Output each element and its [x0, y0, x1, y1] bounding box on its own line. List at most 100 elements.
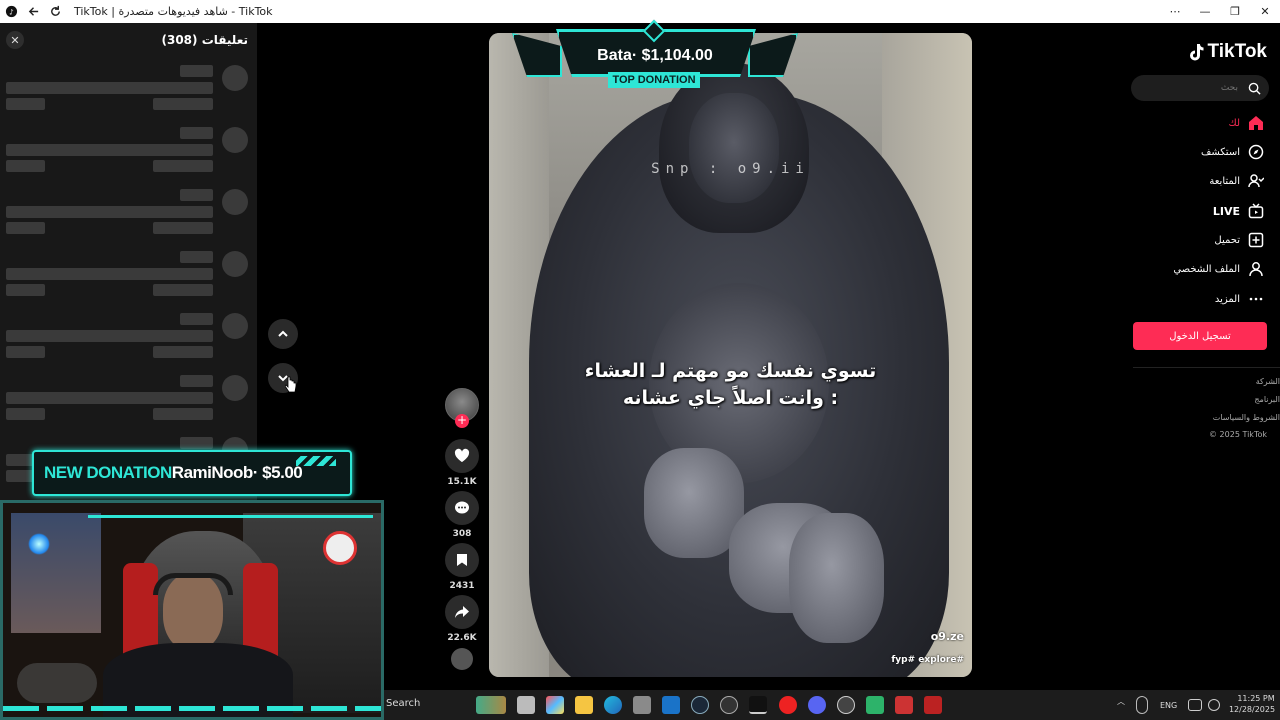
menu-label: المتابعة	[1209, 175, 1240, 187]
like-count: 15.1K	[447, 477, 477, 487]
previous-video-button[interactable]	[268, 319, 298, 349]
menu-label: تحميل	[1214, 234, 1240, 246]
share-count: 22.6K	[447, 633, 477, 643]
menu-item-following[interactable]: المتابعة	[1209, 173, 1264, 189]
video-hashtags[interactable]: fyp# explore#	[891, 655, 964, 665]
footer-company-link[interactable]: الشركة	[1256, 377, 1280, 386]
skeleton-bar	[153, 346, 213, 358]
gorilla-foot	[789, 513, 884, 643]
steam-icon[interactable]	[691, 696, 709, 714]
top-donation-label: TOP DONATION	[608, 72, 700, 88]
like-button[interactable]: 15.1K	[443, 439, 481, 487]
webcam-background-poster	[11, 513, 101, 633]
menu-label: استكشف	[1201, 146, 1240, 158]
video-player[interactable]: Snp : o9.ii تسوي نفسك مو مهتم لـ العشاء …	[489, 33, 972, 677]
bookmark-icon	[445, 543, 479, 577]
caption-line-2: وانت اصلاً جاي عشانه :	[622, 387, 839, 409]
skeleton-bar	[180, 313, 213, 325]
skeleton-bar	[6, 346, 45, 358]
menu-item-more[interactable]: المزيد	[1215, 291, 1264, 307]
clock-time[interactable]: 11:25 PM	[1232, 694, 1280, 703]
mouse-cursor-icon	[285, 376, 297, 393]
save-button[interactable]: 2431	[443, 543, 481, 591]
opera-icon[interactable]	[779, 696, 797, 714]
microphone-icon[interactable]	[1136, 696, 1148, 714]
taskbar-widget-icon[interactable]	[476, 696, 506, 714]
windows-taskbar: Search ︿ ENG 11:25 PM 12/28/2025	[384, 690, 1280, 720]
menu-button[interactable]: ⋯	[1160, 0, 1190, 23]
comment-skeleton-row	[0, 375, 257, 430]
copilot-icon[interactable]	[546, 696, 564, 714]
edge-icon[interactable]	[604, 696, 622, 714]
skeleton-bar	[6, 408, 45, 420]
comment-icon	[445, 491, 479, 525]
skeleton-bar	[6, 206, 213, 218]
skeleton-bar	[6, 330, 213, 342]
comment-skeleton-row	[0, 251, 257, 306]
creator-avatar-button[interactable]: +	[443, 388, 481, 428]
footer-program-link[interactable]: البرنامج	[1254, 395, 1280, 404]
webcam-frame-accent-2	[263, 515, 373, 518]
comment-skeleton-row	[0, 127, 257, 182]
app-green-icon[interactable]	[866, 696, 884, 714]
tiktok-taskbar-icon[interactable]	[749, 696, 767, 714]
donation-prefix: NEW DONATION	[44, 463, 172, 482]
comments-title: تعليقات (308)	[161, 33, 249, 47]
skeleton-bar	[6, 284, 45, 296]
footer-terms-link[interactable]: الشروط والسياسات	[1213, 413, 1280, 422]
author-handle[interactable]: o9.ze	[931, 630, 964, 643]
comment-button[interactable]: 308	[443, 491, 481, 539]
search-input[interactable]	[1138, 83, 1238, 93]
sidebar: TikTok لك استكشف المتابعة LIVE تحميل الم…	[1120, 23, 1280, 690]
menu-item-live[interactable]: LIVE	[1213, 203, 1264, 219]
following-icon	[1248, 173, 1264, 189]
reload-icon[interactable]	[48, 5, 62, 19]
volume-icon[interactable]	[1208, 699, 1220, 711]
github-icon[interactable]	[837, 696, 855, 714]
back-arrow-icon[interactable]	[26, 5, 40, 19]
video-caption: تسوي نفسك مو مهتم لـ العشاء وانت اصلاً ج…	[489, 358, 972, 412]
skeleton-bar	[6, 98, 45, 110]
search-icon[interactable]	[1248, 82, 1261, 95]
app-tf-icon[interactable]	[924, 696, 942, 714]
menu-item-for-you[interactable]: لك	[1229, 115, 1264, 131]
sidebar-divider	[1133, 367, 1280, 368]
store-icon[interactable]	[633, 696, 651, 714]
login-button[interactable]: تسجيل الدخول	[1133, 322, 1267, 350]
network-icon[interactable]	[1188, 699, 1202, 711]
app-red-icon[interactable]	[895, 696, 913, 714]
skeleton-bar	[153, 284, 213, 296]
menu-item-profile[interactable]: الملف الشخصي	[1173, 261, 1264, 277]
share-icon	[445, 595, 479, 629]
skeleton-bar	[153, 408, 213, 420]
clock-date[interactable]: 12/28/2025	[1224, 705, 1280, 714]
restore-button[interactable]: ❐	[1220, 0, 1250, 23]
share-button[interactable]: 22.6K	[443, 595, 481, 643]
file-explorer-icon[interactable]	[575, 696, 593, 714]
close-comments-button[interactable]: ✕	[6, 31, 24, 49]
sound-disc-button[interactable]	[443, 648, 481, 670]
outlook-icon[interactable]	[662, 696, 680, 714]
menu-item-upload[interactable]: تحميل	[1214, 232, 1264, 248]
skeleton-bar	[6, 82, 213, 94]
search-bar[interactable]	[1131, 75, 1269, 101]
compass-icon	[1248, 144, 1264, 160]
tray-chevron-up-icon[interactable]: ︿	[1117, 696, 1125, 707]
browser-titlebar: ♪ TikTok | شاهد فيديوهات متصدرة - TikTok…	[0, 0, 1280, 23]
follow-plus-icon[interactable]: +	[455, 414, 469, 428]
taskbar-search[interactable]: Search	[386, 698, 420, 709]
discord-icon[interactable]	[808, 696, 826, 714]
headphones-icon	[153, 573, 233, 595]
skeleton-bar	[180, 65, 213, 77]
menu-item-explore[interactable]: استكشف	[1201, 144, 1264, 160]
video-watermark: Snp : o9.ii	[651, 161, 810, 177]
logo-text: TikTok	[1207, 41, 1267, 62]
app-k-icon[interactable]	[720, 696, 738, 714]
upload-icon	[1248, 232, 1264, 248]
tiktok-logo[interactable]: TikTok	[1188, 41, 1267, 63]
task-view-icon[interactable]	[517, 696, 535, 714]
close-window-button[interactable]: ✕	[1250, 0, 1280, 23]
language-indicator[interactable]: ENG	[1160, 701, 1177, 710]
skeleton-avatar	[222, 313, 248, 339]
minimize-button[interactable]: —	[1190, 0, 1220, 23]
